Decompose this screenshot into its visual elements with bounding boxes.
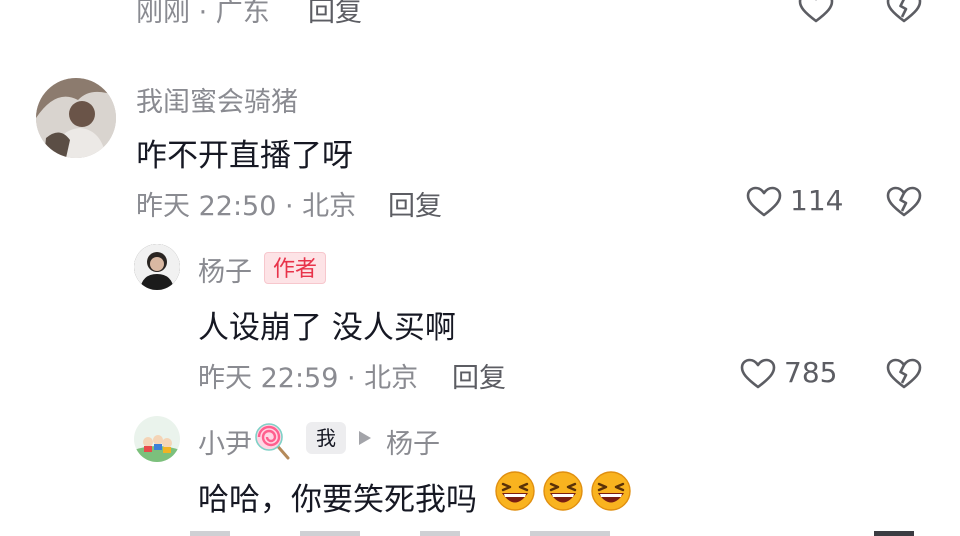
heart-icon[interactable] — [746, 186, 782, 218]
lollipop-icon — [255, 423, 290, 460]
comment-username[interactable]: 杨子 — [198, 250, 252, 289]
like-count: 114 — [790, 184, 844, 217]
heart-icon[interactable] — [798, 0, 834, 24]
media-strip-fragment — [190, 531, 230, 536]
broken-heart-icon[interactable] — [886, 0, 922, 24]
media-strip-fragment — [420, 531, 460, 536]
comment-meta: 昨天 22:50 · 北京 — [136, 191, 357, 222]
comment-username[interactable]: 我闺蜜会骑猪 — [136, 80, 298, 119]
media-strip-fragment — [874, 531, 914, 536]
comment-meta: 刚刚 · 广东 — [136, 0, 270, 28]
comment-text: 人设崩了 没人买啊 — [198, 310, 456, 346]
laughing-emoji — [591, 471, 631, 511]
reply-button[interactable]: 回复 — [388, 184, 442, 223]
avatar[interactable] — [134, 416, 180, 462]
comment-text: 咋不开直播了呀 — [136, 138, 353, 174]
comment-text: 哈哈，你要笑死我吗 — [198, 482, 477, 518]
comment-item-0: 刚刚 · 广东 回复 — [0, 0, 960, 40]
avatar[interactable] — [134, 244, 180, 290]
media-strip-fragment — [300, 531, 360, 536]
broken-heart-icon[interactable] — [886, 186, 922, 218]
media-strip-fragment — [530, 531, 610, 536]
laughing-emoji — [543, 471, 583, 511]
heart-icon[interactable] — [740, 358, 776, 390]
play-arrow-icon — [359, 431, 371, 445]
like-count: 785 — [784, 356, 838, 389]
reply-to-username[interactable]: 杨子 — [386, 422, 440, 461]
author-badge: 作者 — [264, 252, 327, 284]
broken-heart-icon[interactable] — [886, 358, 922, 390]
avatar[interactable] — [36, 78, 116, 158]
laughing-emoji — [495, 471, 535, 511]
comment-meta: 昨天 22:59 · 北京 — [198, 363, 419, 394]
comment-item-1: 我闺蜜会骑猪 咋不开直播了呀 昨天 22:50 · 北京 回复 114 — [0, 70, 960, 230]
comment-item-3: 小尹 我 杨子 哈哈，你要笑死我吗 — [0, 412, 960, 536]
me-badge: 我 — [306, 422, 346, 454]
reply-button[interactable]: 回复 — [452, 356, 506, 395]
comment-item-2: 杨子 作者 人设崩了 没人买啊 昨天 22:59 · 北京 回复 785 — [0, 240, 960, 400]
comment-username[interactable]: 小尹 — [198, 422, 252, 461]
reply-button[interactable]: 回复 — [308, 0, 362, 29]
